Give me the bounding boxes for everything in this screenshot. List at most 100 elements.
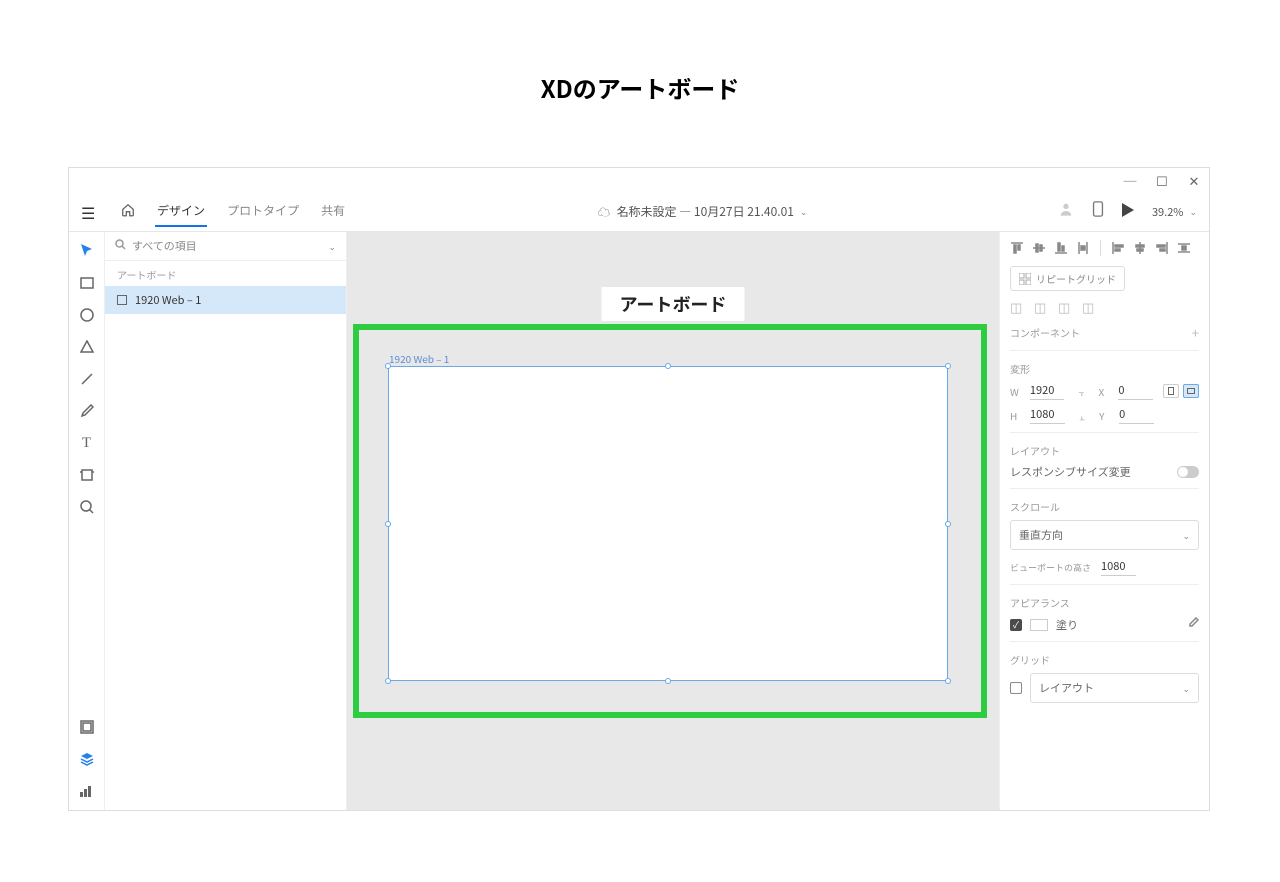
zoom-level[interactable]: 39.2% ⌄ xyxy=(1152,204,1197,220)
y-input[interactable]: 0 xyxy=(1119,406,1154,424)
fill-label: 塗り xyxy=(1056,617,1078,633)
responsive-resize-toggle[interactable] xyxy=(1177,466,1199,478)
appearance-section-header: アピアランス xyxy=(1010,595,1199,610)
tool-rail: T xyxy=(69,232,105,810)
ellipse-tool-icon[interactable] xyxy=(78,306,96,324)
search-placeholder: すべての項目 xyxy=(132,238,197,254)
properties-panel: リピートグリッド ◫ ◫ ◫ ◫ コンポーネント + 変形 W 1920 ⫟ X… xyxy=(999,232,1209,810)
search-icon xyxy=(115,238,126,254)
top-toolbar: ☰ デザイン プロトタイプ 共有 ☁ 名称未設定 ― 10月27日 21.40.… xyxy=(69,192,1209,232)
tab-prototype[interactable]: プロトタイプ xyxy=(225,196,301,227)
viewport-height-label: ビューポートの高さ xyxy=(1010,561,1091,574)
component-section-header: コンポーネント + xyxy=(1010,323,1199,342)
page-title: XDのアートボード xyxy=(0,0,1280,105)
resize-handle[interactable] xyxy=(665,678,671,684)
resize-handle[interactable] xyxy=(945,521,951,527)
y-label: Y xyxy=(1099,408,1109,423)
chevron-down-icon: ⌄ xyxy=(328,240,336,253)
grid-type-value: レイアウト xyxy=(1039,680,1094,696)
assets-panel-icon[interactable] xyxy=(78,718,96,736)
window-minimize-icon[interactable]: ─ xyxy=(1123,173,1137,187)
select-tool-icon[interactable] xyxy=(78,242,96,260)
align-bottom-icon[interactable] xyxy=(1054,241,1068,255)
layer-item-name: 1920 Web – 1 xyxy=(135,292,201,308)
window-titlebar: ─ ☐ ✕ xyxy=(69,168,1209,192)
resize-handle[interactable] xyxy=(665,363,671,369)
device-preview-icon[interactable] xyxy=(1092,201,1104,222)
document-title[interactable]: ☁ 名称未設定 ― 10月27日 21.40.01 ⌄ xyxy=(347,202,1058,221)
line-tool-icon[interactable] xyxy=(78,370,96,388)
fill-color-swatch[interactable] xyxy=(1030,619,1048,631)
resize-handle[interactable] xyxy=(385,678,391,684)
text-tool-icon[interactable]: T xyxy=(78,434,96,452)
layers-search[interactable]: すべての項目 ⌄ xyxy=(105,232,346,261)
distribute-v-icon[interactable] xyxy=(1076,241,1090,255)
user-avatar-icon[interactable] xyxy=(1058,201,1074,222)
layer-item-artboard[interactable]: 1920 Web – 1 xyxy=(105,286,346,314)
resize-handle[interactable] xyxy=(385,521,391,527)
artboard-icon xyxy=(117,295,127,305)
lock-icon[interactable]: ⫟ xyxy=(1078,384,1084,399)
boolean-intersect-icon[interactable]: ◫ xyxy=(1058,297,1072,311)
polygon-tool-icon[interactable] xyxy=(78,338,96,356)
x-input[interactable]: 0 xyxy=(1118,382,1153,400)
orientation-landscape-button[interactable] xyxy=(1183,384,1199,398)
pen-tool-icon[interactable] xyxy=(78,402,96,420)
artboard-tool-icon[interactable] xyxy=(78,466,96,484)
zoom-tool-icon[interactable] xyxy=(78,498,96,516)
repeat-grid-button[interactable]: リピートグリッド xyxy=(1010,266,1125,291)
canvas[interactable]: アートボード 1920 Web – 1 xyxy=(347,232,999,810)
mode-tabs: デザイン プロトタイプ 共有 xyxy=(155,196,347,227)
fill-checkbox[interactable]: ✓ xyxy=(1010,619,1022,631)
chevron-down-icon: ⌄ xyxy=(1182,682,1190,695)
hamburger-menu-icon[interactable]: ☰ xyxy=(81,200,99,224)
x-label: X xyxy=(1099,384,1109,399)
scroll-direction-select[interactable]: 垂直方向 ⌄ xyxy=(1010,520,1199,550)
grid-checkbox[interactable] xyxy=(1010,682,1022,694)
responsive-resize-label: レスポンシブサイズ変更 xyxy=(1010,464,1131,480)
layers-section-label: アートボード xyxy=(105,261,346,286)
align-left-icon[interactable] xyxy=(1111,241,1125,255)
play-icon[interactable] xyxy=(1122,202,1134,222)
align-center-v-icon[interactable] xyxy=(1133,241,1147,255)
add-component-icon[interactable]: + xyxy=(1192,323,1199,342)
distribute-h-icon[interactable] xyxy=(1177,241,1191,255)
viewport-height-input[interactable]: 1080 xyxy=(1101,558,1136,576)
boolean-add-icon[interactable]: ◫ xyxy=(1010,297,1024,311)
home-icon[interactable] xyxy=(121,202,135,222)
layout-section-header: レイアウト xyxy=(1010,443,1199,458)
grid-section-header: グリッド xyxy=(1010,652,1199,667)
boolean-subtract-icon[interactable]: ◫ xyxy=(1034,297,1048,311)
lock-icon[interactable]: ⫠ xyxy=(1079,408,1085,423)
align-middle-h-icon[interactable] xyxy=(1032,241,1046,255)
resize-handle[interactable] xyxy=(945,678,951,684)
app-window: ─ ☐ ✕ ☰ デザイン プロトタイプ 共有 ☁ 名称未設定 ― 10月27日 … xyxy=(68,167,1210,811)
height-input[interactable]: 1080 xyxy=(1030,406,1065,424)
window-close-icon[interactable]: ✕ xyxy=(1187,173,1201,187)
orientation-portrait-button[interactable] xyxy=(1163,384,1179,398)
resize-handle[interactable] xyxy=(385,363,391,369)
tab-design[interactable]: デザイン xyxy=(155,196,207,227)
artboard[interactable] xyxy=(388,366,948,681)
boolean-exclude-icon[interactable]: ◫ xyxy=(1082,297,1096,311)
layers-panel: すべての項目 ⌄ アートボード 1920 Web – 1 xyxy=(105,232,347,810)
transform-section-header: 変形 xyxy=(1010,361,1199,376)
eyedropper-icon[interactable] xyxy=(1187,616,1199,633)
resize-handle[interactable] xyxy=(945,363,951,369)
window-maximize-icon[interactable]: ☐ xyxy=(1155,173,1169,187)
align-top-icon[interactable] xyxy=(1010,241,1024,255)
tab-share[interactable]: 共有 xyxy=(319,196,347,227)
alignment-controls xyxy=(1010,240,1199,256)
plugins-panel-icon[interactable] xyxy=(78,782,96,800)
layers-panel-icon[interactable] xyxy=(78,750,96,768)
width-input[interactable]: 1920 xyxy=(1030,382,1065,400)
document-title-text: 名称未設定 ― 10月27日 21.40.01 xyxy=(617,203,794,220)
repeat-grid-label: リピートグリッド xyxy=(1036,271,1116,286)
align-right-icon[interactable] xyxy=(1155,241,1169,255)
chevron-down-icon: ⌄ xyxy=(800,205,808,218)
chevron-down-icon: ⌄ xyxy=(1189,205,1197,218)
rectangle-tool-icon[interactable] xyxy=(78,274,96,292)
artboard-name-label[interactable]: 1920 Web – 1 xyxy=(389,351,449,366)
annotation-label: アートボード xyxy=(602,287,745,321)
grid-type-select[interactable]: レイアウト ⌄ xyxy=(1030,673,1199,703)
